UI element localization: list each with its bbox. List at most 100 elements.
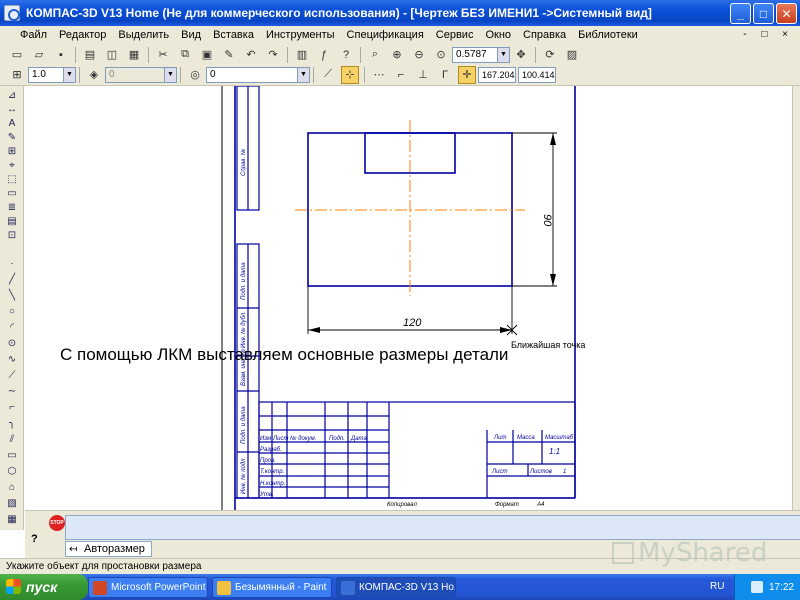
cursor-icon[interactable]: ✛ — [458, 65, 476, 84]
task-powerpoint[interactable]: Microsoft PowerPoint ... — [88, 577, 208, 598]
cut-icon[interactable]: ✂ — [154, 46, 172, 64]
layers-icon[interactable]: ▨ — [563, 46, 581, 64]
menu-view[interactable]: Вид — [175, 29, 207, 41]
spec-panel-icon[interactable]: ≣ — [4, 202, 20, 214]
spline-icon[interactable]: ∿ — [4, 354, 20, 366]
tray-volume-icon[interactable] — [750, 581, 763, 593]
reports-panel-icon[interactable]: ▤ — [4, 216, 20, 228]
menu-select[interactable]: Выделить — [112, 29, 175, 41]
task-paint[interactable]: Безымянный - Paint — [212, 577, 332, 598]
task-kompas[interactable]: КОМПАС-3D V13 Ho... — [336, 577, 456, 598]
step-field[interactable]: 1.0 — [28, 66, 64, 83]
menu-service[interactable]: Сервис — [430, 29, 480, 41]
zoom-in-icon[interactable]: ⊕ — [388, 46, 406, 64]
edit-panel-icon[interactable]: ✎ — [4, 132, 20, 144]
step-dropdown[interactable]: ▼ — [64, 66, 76, 83]
insert-panel-icon[interactable]: ⊡ — [4, 230, 20, 242]
grid-icon[interactable]: ⊞ — [8, 66, 26, 84]
grid-toggle-icon[interactable]: ⋯ — [370, 66, 388, 84]
local-cs-icon[interactable]: ⌐ — [392, 66, 410, 84]
start-button[interactable]: пуск — [0, 574, 88, 600]
circle-icon[interactable]: ○ — [4, 306, 20, 318]
zoom-field[interactable]: 0.5787 — [452, 46, 498, 63]
drawing-svg[interactable]: 120 90 Ближайшая точка Справ. № Подп. и … — [25, 86, 792, 510]
collection-icon[interactable]: ▦ — [4, 514, 20, 526]
menu-editor[interactable]: Редактор — [53, 29, 112, 41]
coord-y-field[interactable]: 100.414 — [518, 66, 556, 83]
ellipse-icon[interactable]: ⊙ — [4, 338, 20, 350]
fillet-icon[interactable]: ╮ — [4, 418, 20, 430]
new-file-icon[interactable]: ▭ — [8, 46, 26, 64]
pan-icon[interactable]: ✥ — [512, 46, 530, 64]
selection-filter-icon[interactable]: ⟋ — [319, 66, 337, 84]
menu-libraries[interactable]: Библиотеки — [572, 29, 644, 41]
layer-dropdown[interactable]: ▼ — [165, 66, 177, 83]
menu-tools[interactable]: Инструменты — [260, 29, 341, 41]
polyline-icon[interactable]: ⟋ — [4, 370, 20, 382]
undo-icon[interactable]: ↶ — [242, 46, 260, 64]
tab-autodimension[interactable]: Авторазмер — [65, 541, 152, 557]
copy-icon[interactable]: ⧉ — [176, 46, 194, 64]
arc-icon[interactable]: ◜ — [4, 322, 20, 334]
polygon-icon[interactable]: ⬡ — [4, 466, 20, 478]
help-icon[interactable]: ? — [31, 533, 38, 545]
view-field[interactable]: 0 — [206, 66, 298, 83]
hatch-icon[interactable]: ▧ — [4, 498, 20, 510]
format-brush-icon[interactable]: ✎ — [220, 46, 238, 64]
minimize-button[interactable]: _ — [730, 3, 751, 24]
measure-panel-icon[interactable]: ⌖ — [4, 160, 20, 172]
right-scroll-strip[interactable] — [792, 86, 800, 510]
layer-field[interactable]: 0 — [105, 66, 165, 83]
preview-icon[interactable]: ◫ — [103, 46, 121, 64]
geometry-panel-icon[interactable]: ⊿ — [4, 90, 20, 102]
redo-icon[interactable]: ↷ — [264, 46, 282, 64]
bezier-icon[interactable]: ∼ — [4, 386, 20, 398]
select-panel-icon[interactable]: ⬚ — [4, 174, 20, 186]
ortho-icon[interactable]: ⊥ — [414, 66, 432, 84]
context-help-icon[interactable]: ? — [337, 46, 355, 64]
snap-toggle-icon[interactable]: ⊹ — [341, 65, 359, 84]
designations-panel-icon[interactable]: A — [4, 118, 20, 130]
params-panel-icon[interactable]: ⊞ — [4, 146, 20, 158]
stop-icon[interactable]: STOP — [49, 515, 65, 531]
view-icon[interactable]: ◎ — [186, 66, 204, 84]
maximize-button[interactable]: □ — [753, 3, 774, 24]
manager-icon[interactable]: ▥ — [293, 46, 311, 64]
menu-file[interactable]: Файл — [14, 29, 53, 41]
contour-icon[interactable]: ⌂ — [4, 482, 20, 494]
menu-specification[interactable]: Спецификация — [341, 29, 430, 41]
chamfer-icon[interactable]: ⌐ — [4, 402, 20, 414]
refresh-icon[interactable]: ⟳ — [541, 46, 559, 64]
print-icon[interactable]: ▤ — [81, 46, 99, 64]
language-indicator[interactable]: RU — [710, 581, 724, 592]
menu-insert[interactable]: Вставка — [207, 29, 260, 41]
zoom-dropdown[interactable]: ▼ — [498, 46, 510, 63]
round-icon[interactable]: Γ — [436, 66, 454, 84]
rectangle-icon[interactable]: ▭ — [4, 450, 20, 462]
zoom-window-icon[interactable]: ⌕ — [366, 46, 384, 64]
properties-icon[interactable]: ▦ — [125, 46, 143, 64]
kompas-app-icon[interactable] — [4, 5, 20, 21]
menu-window[interactable]: Окно — [479, 29, 517, 41]
property-field-area[interactable] — [65, 515, 800, 540]
open-file-icon[interactable]: ▱ — [30, 46, 48, 64]
coord-x-field[interactable]: 167.204 — [478, 66, 516, 83]
view-dropdown[interactable]: ▼ — [298, 66, 310, 83]
equidistant-icon[interactable]: ⫽ — [4, 434, 20, 446]
zoom-out-icon[interactable]: ⊖ — [410, 46, 428, 64]
menu-help[interactable]: Справка — [517, 29, 572, 41]
drawing-canvas[interactable]: 120 90 Ближайшая точка Справ. № Подп. и … — [25, 86, 800, 510]
variables-icon[interactable]: ƒ — [315, 46, 333, 64]
segment-icon[interactable]: ╲ — [4, 290, 20, 302]
point-icon[interactable]: · — [4, 258, 20, 270]
dimensions-panel-icon[interactable]: ↔ — [4, 104, 20, 116]
aux-line-icon[interactable]: ╱ — [4, 274, 20, 286]
assoc-views-icon[interactable]: ▭ — [4, 188, 20, 200]
save-icon[interactable]: ▪ — [52, 46, 70, 64]
close-button[interactable]: ✕ — [776, 3, 797, 24]
mdi-controls[interactable]: - □ × — [743, 29, 794, 40]
title-bar[interactable]: КОМПАС-3D V13 Home (Не для коммерческого… — [0, 0, 800, 26]
layer-icon[interactable]: ◈ — [85, 66, 103, 84]
zoom-all-icon[interactable]: ⊙ — [432, 46, 450, 64]
paste-icon[interactable]: ▣ — [198, 46, 216, 64]
